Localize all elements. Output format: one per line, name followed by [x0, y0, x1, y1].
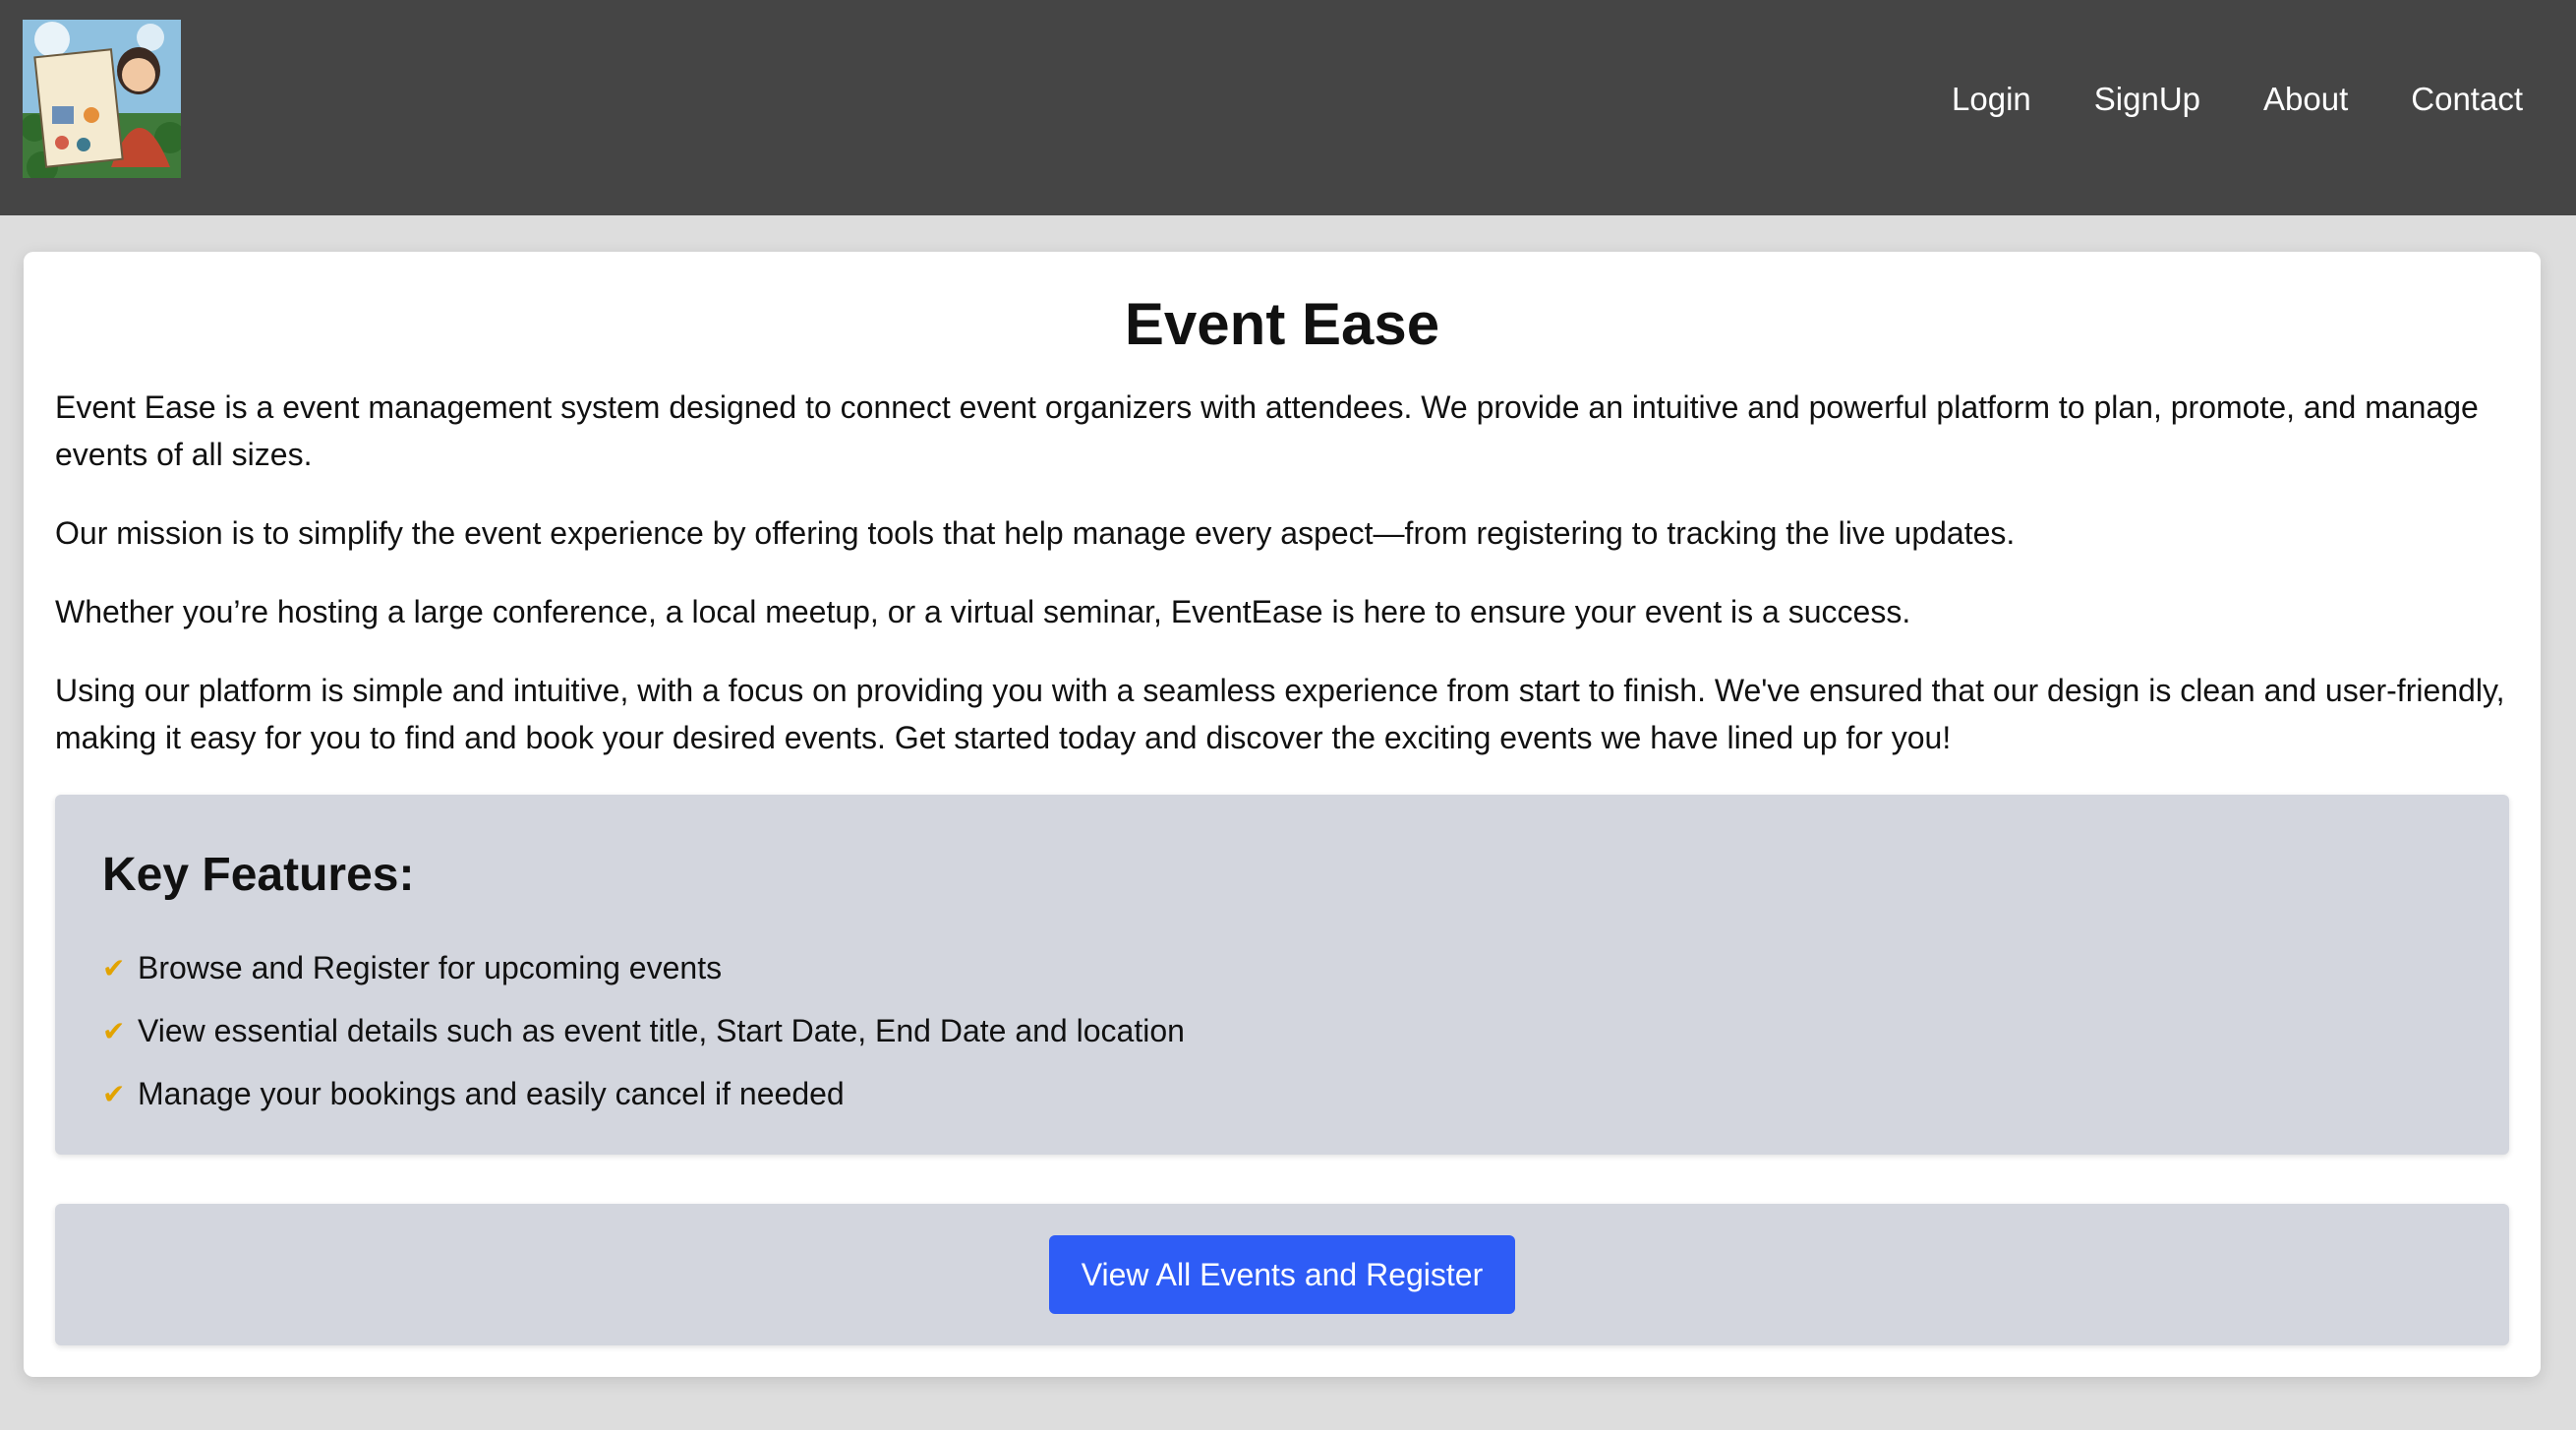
- event-management-logo-icon[interactable]: [23, 20, 181, 178]
- about-card: Event Ease Event Ease is a event managem…: [24, 252, 2541, 1377]
- feature-text: Manage your bookings and easily cancel i…: [138, 1075, 845, 1111]
- checkmark-icon: ✔: [102, 952, 126, 983]
- nav-links: Login SignUp About Contact: [1952, 73, 2523, 126]
- feature-text: Browse and Register for upcoming events: [138, 949, 723, 985]
- feature-item: ✔ View essential details such as event t…: [102, 999, 1185, 1062]
- feature-item: ✔ Manage your bookings and easily cancel…: [102, 1062, 1185, 1125]
- view-all-events-button[interactable]: View All Events and Register: [1049, 1235, 1515, 1314]
- nav-link-about[interactable]: About: [2263, 73, 2348, 126]
- key-features-title: Key Features:: [102, 849, 415, 901]
- mission-paragraph: Our mission is to simplify the event exp…: [55, 515, 2016, 551]
- nav-link-contact[interactable]: Contact: [2411, 73, 2523, 126]
- usage-paragraph: Using our platform is simple and intuiti…: [55, 673, 2505, 755]
- key-features-panel: Key Features: ✔ Browse and Register for …: [55, 795, 2509, 1155]
- feature-text: View essential details such as event tit…: [138, 1012, 1185, 1048]
- top-navbar: Login SignUp About Contact: [0, 0, 2576, 215]
- page-title: Event Ease: [1124, 291, 1440, 357]
- nav-link-login[interactable]: Login: [1952, 73, 2031, 126]
- checkmark-icon: ✔: [102, 1015, 126, 1046]
- intro-paragraph: Event Ease is a event management system …: [55, 389, 2479, 472]
- feature-item: ✔ Browse and Register for upcoming event…: [102, 936, 1185, 999]
- audience-paragraph: Whether you’re hosting a large conferenc…: [55, 594, 1911, 629]
- cta-panel: View All Events and Register: [55, 1204, 2509, 1345]
- checkmark-icon: ✔: [102, 1078, 126, 1109]
- nav-link-signup[interactable]: SignUp: [2094, 73, 2200, 126]
- feature-list: ✔ Browse and Register for upcoming event…: [102, 936, 1185, 1125]
